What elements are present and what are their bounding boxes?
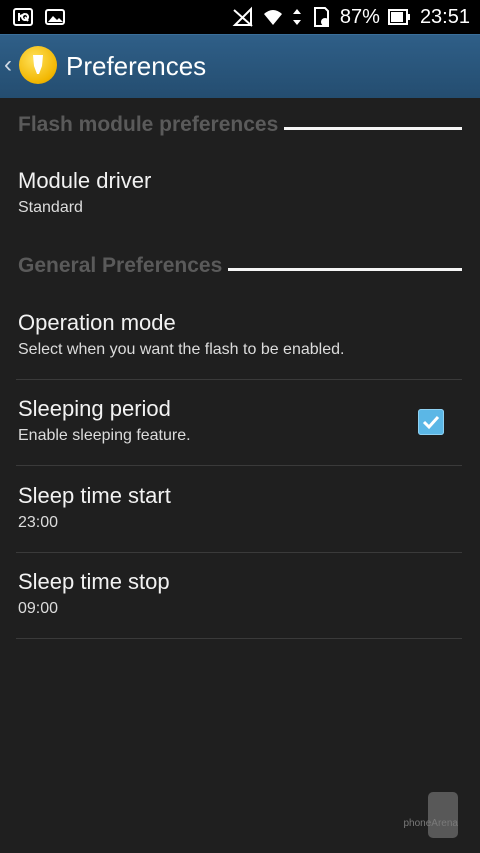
section-header-general: General Preferences [18,251,462,281]
pref-operation-mode[interactable]: Operation mode Select when you want the … [18,309,462,361]
page-title: Preferences [66,51,207,81]
battery-icon [387,9,410,25]
pref-sleep-time-stop[interactable]: Sleep time stop 09:00 [18,568,462,620]
pref-summary: Enable sleeping feature. [18,427,191,444]
section-divider [228,267,462,271]
pref-title: Sleep time stop [18,569,170,594]
watermark-phone-icon [428,792,458,838]
section-divider [284,126,462,130]
section-title: General Preferences [18,254,223,277]
data-arrows-icon [292,9,301,25]
pref-title: Operation mode [18,310,176,335]
battery-percent: 87% [339,6,380,28]
checkmark-icon [422,415,440,430]
pref-title: Module driver [18,168,152,193]
pref-summary: 23:00 [18,514,59,531]
list-divider [16,465,462,466]
action-bar: ‹ Preferences [0,34,480,98]
pref-summary: Select when you want the flash to be ena… [18,341,345,358]
wifi-icon [263,10,282,25]
section-title: Flash module preferences [18,113,279,136]
status-bar: 87% 23:51 [0,0,480,34]
notification-icons [12,6,66,28]
watermark-text: phoneArena [403,818,459,829]
gallery-notification-icon [45,9,65,25]
back-chevron-icon[interactable]: ‹ [4,51,12,79]
pref-title: Sleep time start [18,483,171,508]
sleeping-period-checkbox[interactable] [418,409,444,435]
pref-summary: Standard [18,199,83,216]
list-divider [16,379,462,380]
app-icon[interactable] [19,46,57,84]
system-status: 87% 23:51 [232,4,470,30]
tools-notification-icon [13,8,33,26]
pref-sleeping-period[interactable]: Sleeping period Enable sleeping feature. [18,395,462,447]
clock: 23:51 [419,6,470,28]
pref-module-driver[interactable]: Module driver Standard [18,167,462,219]
no-signal-icon [232,6,253,27]
pref-sleep-time-start[interactable]: Sleep time start 23:00 [18,482,462,534]
pref-summary: 09:00 [18,600,59,617]
section-header-flash-module: Flash module preferences [18,110,462,140]
list-divider [16,638,462,639]
flashlight-icon [33,55,43,74]
pref-title: Sleeping period [18,396,171,421]
sd-card-icon [313,7,329,27]
list-divider [16,552,462,553]
